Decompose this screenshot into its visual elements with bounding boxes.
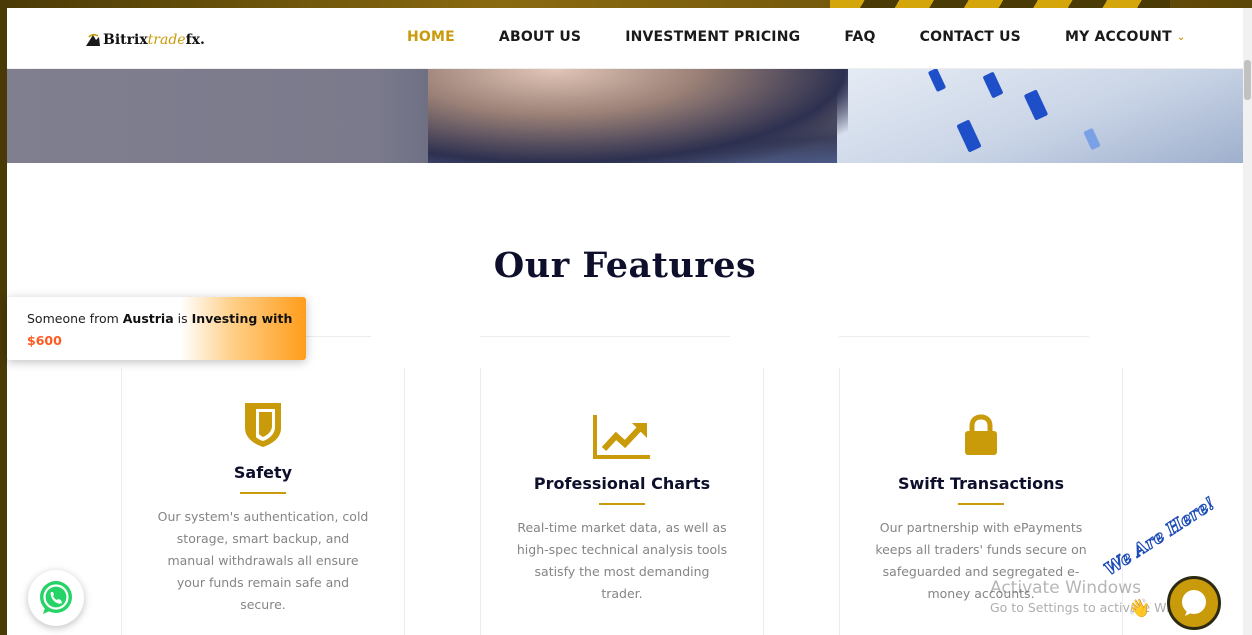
feature-title: Swift Transactions	[897, 474, 1065, 493]
chart-icon	[480, 414, 764, 460]
feature-card-safety: Safety Our system's authentication, cold…	[121, 336, 405, 635]
feature-card-professional-charts: Professional Charts Real-time market dat…	[480, 336, 764, 635]
logo-text-part2: trade	[147, 32, 186, 48]
nav-my-account[interactable]: MY ACCOUNT ⌄	[1065, 29, 1185, 45]
lock-icon	[839, 414, 1123, 456]
card-border	[480, 336, 730, 337]
navbar: Bitrix trade fx. HOME ABOUT US INVESTMENT …	[7, 8, 1243, 69]
title-underline	[599, 503, 645, 505]
card-border	[839, 368, 840, 635]
whatsapp-button[interactable]	[28, 570, 84, 626]
feature-description: Real-time market data, as well as high-s…	[516, 520, 728, 601]
feature-title: Safety	[233, 463, 293, 482]
windows-activate-watermark: Activate Windows	[990, 578, 1141, 598]
notification-country: Austria	[122, 311, 174, 326]
nav-contact-us[interactable]: CONTACT US	[920, 29, 1021, 45]
nav-investment-pricing[interactable]: INVESTMENT PRICING	[625, 29, 800, 45]
whatsapp-icon	[40, 581, 72, 614]
nav-about-us[interactable]: ABOUT US	[499, 29, 581, 45]
feature-description: Our system's authentication, cold storag…	[157, 509, 369, 612]
nav-home[interactable]: HOME	[407, 29, 455, 45]
logo-icon	[86, 33, 100, 46]
hero-screen-image	[837, 69, 1243, 163]
shield-icon	[121, 402, 405, 448]
site-logo[interactable]: Bitrix trade fx.	[85, 30, 205, 50]
logo-text-part1: Bitrix	[103, 32, 148, 48]
notification-middle: is	[173, 311, 192, 326]
card-border	[839, 336, 1089, 337]
chevron-down-icon: ⌄	[1176, 31, 1186, 43]
investment-notification-popup[interactable]: Someone from Austria is Investing with $…	[7, 297, 306, 360]
notification-amount: $600	[27, 333, 62, 348]
main-nav: HOME ABOUT US INVESTMENT PRICING FAQ CON…	[407, 29, 1229, 45]
nav-my-account-label: MY ACCOUNT	[1064, 29, 1172, 45]
nav-faq[interactable]: FAQ	[844, 29, 875, 45]
logo-text-part3: fx.	[185, 32, 205, 48]
scrollbar-thumb[interactable]	[1244, 60, 1251, 100]
live-chat-button[interactable]	[1167, 576, 1221, 630]
notification-action: Investing with	[191, 311, 293, 326]
hero-banner	[7, 69, 1243, 163]
card-border	[480, 368, 481, 635]
title-underline	[958, 503, 1004, 505]
features-title: Our Features	[493, 245, 757, 286]
page-scrollbar[interactable]	[1243, 8, 1252, 635]
feature-title: Professional Charts	[533, 474, 711, 493]
title-underline	[240, 492, 286, 494]
notification-prefix: Someone from	[27, 311, 123, 326]
card-border	[763, 368, 764, 635]
chat-bubble-icon	[1182, 590, 1206, 616]
notification-line: Someone from Austria is Investing with	[27, 308, 306, 330]
hero-arm-image	[428, 69, 848, 163]
waving-hand-icon: 👋	[1128, 598, 1151, 619]
